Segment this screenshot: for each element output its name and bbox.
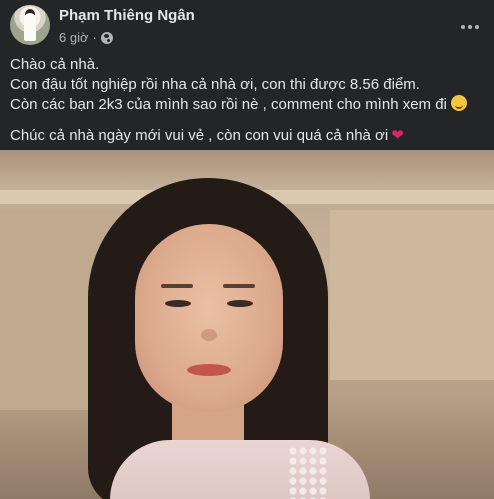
- post-line: Chào cả nhà.: [10, 56, 100, 73]
- more-dot: [475, 25, 479, 29]
- post-photo[interactable]: [0, 150, 494, 499]
- post-line: Còn các bạn 2k3 của mình sao rồi nè , co…: [10, 95, 484, 115]
- photo-subject-face: [135, 224, 283, 412]
- facebook-post: Phạm Thiêng Ngân 6 giờ · Chào cả nhà. Co…: [0, 0, 494, 499]
- photo-subject-nose: [201, 329, 217, 341]
- author-name[interactable]: Phạm Thiêng Ngân: [59, 7, 195, 24]
- red-heart-emoji-icon: ❤: [391, 127, 404, 144]
- photo-subject-eye: [165, 300, 191, 307]
- post-timestamp[interactable]: 6 giờ: [59, 30, 89, 45]
- more-options-icon[interactable]: [458, 15, 482, 39]
- post-line-text: Chúc cả nhà ngày mới vui vẻ , còn con vu…: [10, 127, 389, 144]
- photo-subject-ao-dai: [110, 440, 370, 499]
- photo-subject-brow: [161, 284, 193, 288]
- post-text: Chào cả nhà. Con đậu tốt nghiệp rồi nha …: [10, 55, 484, 146]
- photo-subject-eye: [227, 300, 253, 307]
- photo-dress-buttons: [288, 446, 328, 499]
- author-avatar[interactable]: [10, 5, 50, 45]
- avatar-figure-body: [24, 13, 36, 41]
- photo-subject-brow: [223, 284, 255, 288]
- photo-wall-right: [330, 210, 494, 380]
- post-line-text: Còn các bạn 2k3 của mình sao rồi nè , co…: [10, 96, 447, 113]
- post-line: Chúc cả nhà ngày mới vui vẻ , còn con vu…: [10, 126, 484, 146]
- meta-separator: ·: [92, 30, 97, 45]
- post-meta: 6 giờ ·: [59, 30, 113, 45]
- post-line: Con đậu tốt nghiệp rồi nha cả nhà ơi, co…: [10, 76, 420, 93]
- photo-subject-lips: [187, 364, 231, 376]
- smiling-face-emoji-icon: [450, 95, 467, 111]
- more-dot: [461, 25, 465, 29]
- globe-icon[interactable]: [100, 31, 113, 44]
- post-header: Phạm Thiêng Ngân 6 giờ ·: [10, 5, 484, 47]
- more-dot: [468, 25, 472, 29]
